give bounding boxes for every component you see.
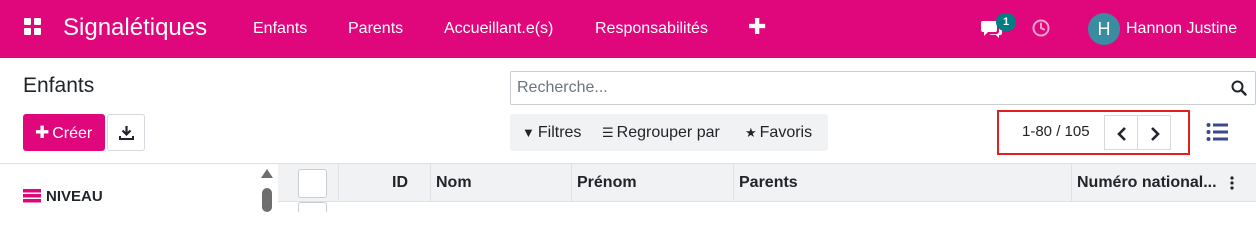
column-header-parents[interactable]: Parents <box>739 164 798 202</box>
search-icon[interactable] <box>1231 80 1247 96</box>
column-divider <box>571 164 572 202</box>
column-header-prenom[interactable]: Prénom <box>577 164 637 202</box>
column-divider <box>430 164 431 202</box>
row-checkbox[interactable] <box>298 202 327 212</box>
funnel-icon: ▼ <box>522 125 535 140</box>
column-header-nom[interactable]: Nom <box>436 164 472 202</box>
create-button[interactable]: ✚ Créer <box>23 114 105 151</box>
sidebar-section-niveau: NIVEAU <box>23 188 103 205</box>
select-all-checkbox[interactable] <box>298 169 327 198</box>
column-divider <box>733 164 734 202</box>
list-table-header: ID Nom Prénom Parents Numéro national... <box>278 164 1256 202</box>
plus-icon: ✚ <box>35 123 50 142</box>
create-button-label: Créer <box>52 125 93 142</box>
group-by-dropdown[interactable]: ☰ Regrouper par <box>602 124 720 142</box>
column-options-icon[interactable] <box>1230 176 1234 190</box>
column-divider <box>1071 164 1072 202</box>
messages-count-badge: 1 <box>996 13 1016 31</box>
page-title[interactable]: Enfants <box>23 74 94 98</box>
column-header-id[interactable]: ID <box>392 164 408 202</box>
search-options-bar: ▼ Filtres ☰ Regrouper par ★ Favoris <box>510 114 828 151</box>
download-button[interactable] <box>107 114 145 151</box>
menu-item-parents[interactable]: Parents <box>348 20 403 38</box>
star-icon: ★ <box>745 125 757 140</box>
favorites-dropdown[interactable]: ★ Favoris <box>745 124 812 142</box>
sidebar-scroll-up-arrow[interactable] <box>261 169 273 178</box>
column-divider <box>338 164 339 202</box>
menu-item-responsabilites[interactable]: Responsabilités <box>595 20 708 38</box>
user-name[interactable]: Hannon Justine <box>1126 20 1237 38</box>
sidebar-scrollbar-thumb[interactable] <box>262 188 272 212</box>
list-view-icon[interactable] <box>1206 122 1228 142</box>
download-icon <box>119 126 134 140</box>
bars-icon: ☰ <box>602 125 614 140</box>
avatar[interactable]: H <box>1088 13 1120 45</box>
app-title[interactable]: Signalétiques <box>63 14 207 42</box>
search-box[interactable] <box>510 71 1256 105</box>
plus-icon[interactable]: ✚ <box>748 16 766 38</box>
apps-menu-icon[interactable] <box>24 18 42 36</box>
filters-dropdown[interactable]: ▼ Filtres <box>522 124 581 142</box>
column-header-numero-national[interactable]: Numéro national... <box>1077 164 1217 202</box>
search-input[interactable] <box>517 77 1207 99</box>
pager-highlight-box <box>997 110 1190 155</box>
clock-icon[interactable] <box>1032 19 1050 37</box>
stack-icon <box>23 189 41 203</box>
menu-item-accueillants[interactable]: Accueillant.e(s) <box>444 20 553 38</box>
top-navbar: Signalétiques Enfants Parents Accueillan… <box>0 0 1256 58</box>
menu-item-enfants[interactable]: Enfants <box>253 20 307 38</box>
